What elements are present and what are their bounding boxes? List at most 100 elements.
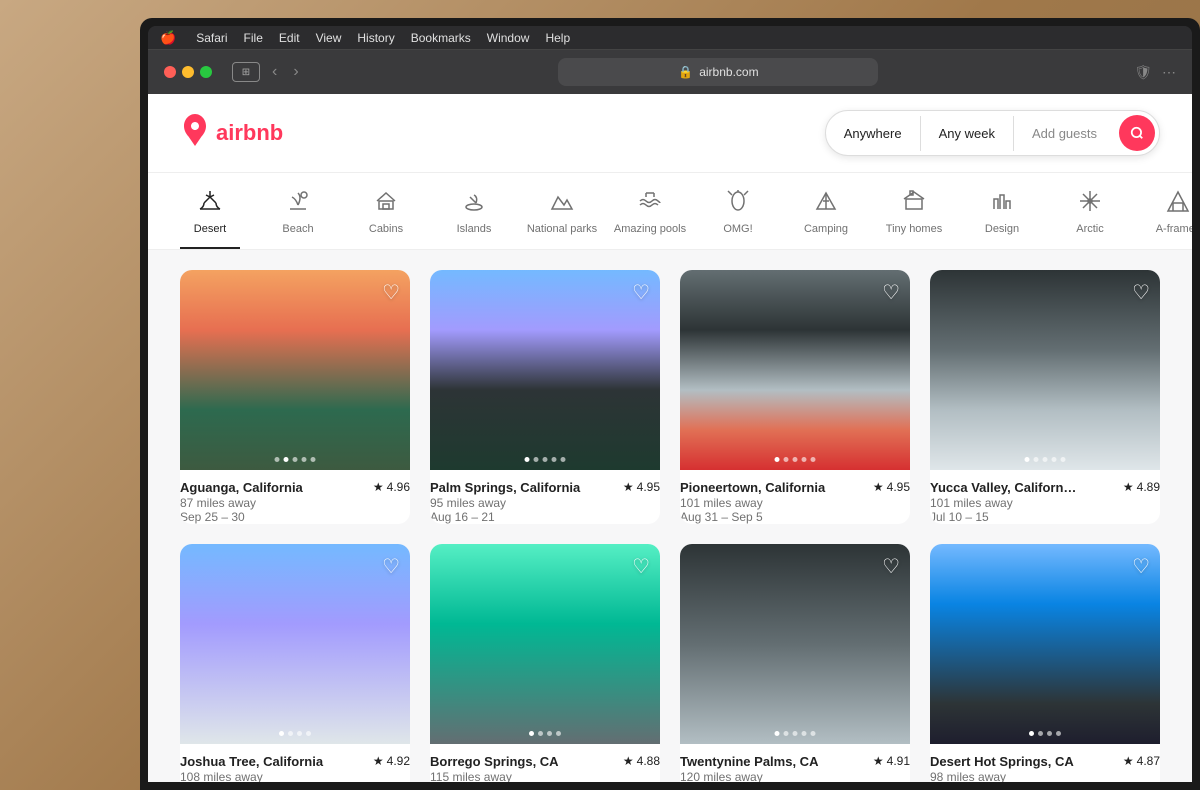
- favorite-button[interactable]: ♡: [632, 280, 650, 305]
- favorite-button[interactable]: ♡: [882, 280, 900, 305]
- listing-location: Palm Springs, California: [430, 480, 580, 495]
- category-label: Camping: [804, 223, 848, 235]
- category-tiny-homes[interactable]: Tiny homes: [884, 189, 944, 249]
- omg-icon: [726, 189, 750, 217]
- listing-title-row: Desert Hot Springs, CA ★ 4.87: [930, 754, 1160, 769]
- design-icon: [990, 189, 1014, 217]
- carousel-dots: [279, 731, 311, 736]
- listing-distance: 95 miles away: [430, 496, 660, 510]
- minimize-window-button[interactable]: [182, 66, 194, 78]
- listing-location: Borrego Springs, CA: [430, 754, 559, 769]
- category-label: Cabins: [369, 223, 403, 235]
- category-design[interactable]: Design: [972, 189, 1032, 249]
- star-icon: ★: [1123, 480, 1134, 494]
- favorite-button[interactable]: ♡: [1132, 554, 1150, 579]
- address-bar-area: 🔒 airbnb.com: [315, 58, 1123, 86]
- safari-menu[interactable]: Safari: [196, 31, 227, 45]
- shield-icon[interactable]: 🛡: [1134, 64, 1152, 81]
- carousel-dot: [275, 457, 280, 462]
- category-label: National parks: [527, 223, 597, 235]
- category-camping[interactable]: Camping: [796, 189, 856, 249]
- listing-info: Palm Springs, California ★ 4.95 95 miles…: [430, 470, 660, 524]
- listing-photo: [430, 544, 660, 744]
- favorite-button[interactable]: ♡: [632, 554, 650, 579]
- listing-card[interactable]: ♡ Pioneertown, California ★ 4.95 101 mil…: [680, 270, 910, 524]
- carousel-dot: [529, 731, 534, 736]
- listing-dates: Jul 10 – 15: [930, 510, 1160, 524]
- category-desert[interactable]: Desert: [180, 189, 240, 249]
- apple-menu[interactable]: 🍎: [160, 30, 176, 46]
- category-cabins[interactable]: Cabins: [356, 189, 416, 249]
- category-beach[interactable]: Beach: [268, 189, 328, 249]
- favorite-button[interactable]: ♡: [1132, 280, 1150, 305]
- carousel-dot: [775, 457, 780, 462]
- search-bar[interactable]: Anywhere Any week Add guests: [825, 110, 1160, 156]
- carousel-dot: [284, 457, 289, 462]
- listing-card[interactable]: ♡ Aguanga, California ★ 4.96 87 miles aw…: [180, 270, 410, 524]
- close-window-button[interactable]: [164, 66, 176, 78]
- extensions-icon[interactable]: ⋯: [1162, 64, 1176, 81]
- category-national-parks[interactable]: National parks: [532, 189, 592, 249]
- file-menu[interactable]: File: [244, 31, 263, 45]
- help-menu[interactable]: Help: [545, 31, 570, 45]
- listing-card[interactable]: ♡ Yucca Valley, Californ… ★ 4.89 101 mil…: [930, 270, 1160, 524]
- edit-menu[interactable]: Edit: [279, 31, 300, 45]
- category-islands[interactable]: Islands: [444, 189, 504, 249]
- categories-bar: Desert Beach Cabins Islands National par…: [148, 173, 1192, 250]
- category-arctic[interactable]: Arctic: [1060, 189, 1120, 249]
- url-text: airbnb.com: [699, 65, 758, 79]
- add-guests-pill[interactable]: Add guests: [1014, 116, 1115, 151]
- star-icon: ★: [873, 754, 884, 768]
- history-menu[interactable]: History: [357, 31, 394, 45]
- category-a-frames[interactable]: A-frames: [1148, 189, 1192, 249]
- category-label: A-frames: [1156, 223, 1192, 235]
- favorite-button[interactable]: ♡: [882, 554, 900, 579]
- sidebar-toggle-button[interactable]: ⊞: [232, 62, 260, 82]
- listing-card[interactable]: ♡ Twentynine Palms, CA ★ 4.91 120 miles …: [680, 544, 910, 782]
- address-bar[interactable]: 🔒 airbnb.com: [558, 58, 878, 86]
- category-omg[interactable]: OMG!: [708, 189, 768, 249]
- listing-card[interactable]: ♡ Palm Springs, California ★ 4.95 95 mil…: [430, 270, 660, 524]
- carousel-dot: [293, 457, 298, 462]
- category-label: Tiny homes: [886, 223, 942, 235]
- carousel-dot: [552, 457, 557, 462]
- forward-button[interactable]: ›: [289, 61, 302, 83]
- listing-location: Aguanga, California: [180, 480, 303, 495]
- listing-image: ♡: [930, 270, 1160, 470]
- bookmarks-menu[interactable]: Bookmarks: [411, 31, 471, 45]
- national-parks-icon: [550, 189, 574, 217]
- listing-dates: Aug 31 – Sep 5: [680, 510, 910, 524]
- favorite-button[interactable]: ♡: [382, 280, 400, 305]
- listing-location: Pioneertown, California: [680, 480, 825, 495]
- listing-image: ♡: [430, 270, 660, 470]
- listing-card[interactable]: ♡ Borrego Springs, CA ★ 4.88 115 miles a…: [430, 544, 660, 782]
- carousel-dots: [1029, 731, 1061, 736]
- listing-distance: 120 miles away: [680, 770, 910, 782]
- favorite-button[interactable]: ♡: [382, 554, 400, 579]
- anywhere-pill[interactable]: Anywhere: [826, 116, 921, 151]
- carousel-dot: [538, 731, 543, 736]
- back-button[interactable]: ‹: [268, 61, 281, 83]
- listing-rating: ★ 4.91: [873, 754, 910, 768]
- listing-card[interactable]: ♡ Joshua Tree, California ★ 4.92 108 mil…: [180, 544, 410, 782]
- category-amazing-pools[interactable]: Amazing pools: [620, 189, 680, 249]
- desert-icon: [198, 189, 222, 217]
- view-menu[interactable]: View: [316, 31, 342, 45]
- cabins-icon: [374, 189, 398, 217]
- carousel-dot: [784, 457, 789, 462]
- maximize-window-button[interactable]: [200, 66, 212, 78]
- listing-card[interactable]: ♡ Desert Hot Springs, CA ★ 4.87 98 miles…: [930, 544, 1160, 782]
- listing-title-row: Palm Springs, California ★ 4.95: [430, 480, 660, 495]
- window-menu[interactable]: Window: [487, 31, 530, 45]
- airbnb-logo[interactable]: airbnb: [180, 114, 283, 153]
- category-label: Amazing pools: [614, 223, 686, 235]
- listing-image: ♡: [180, 270, 410, 470]
- carousel-dot: [1034, 457, 1039, 462]
- category-label: Beach: [282, 223, 313, 235]
- any-week-pill[interactable]: Any week: [921, 116, 1014, 151]
- listing-title-row: Borrego Springs, CA ★ 4.88: [430, 754, 660, 769]
- carousel-dot: [1029, 731, 1034, 736]
- star-icon: ★: [623, 754, 634, 768]
- listing-info: Aguanga, California ★ 4.96 87 miles away…: [180, 470, 410, 524]
- search-button[interactable]: [1119, 115, 1155, 151]
